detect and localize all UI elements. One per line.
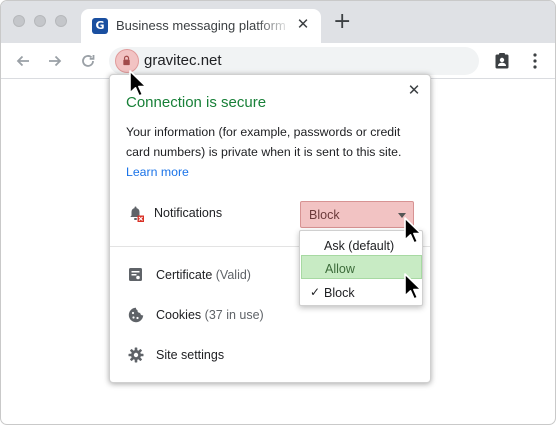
connection-description: Your information (for example, passwords…	[126, 122, 416, 182]
reload-icon[interactable]	[78, 51, 98, 71]
option-label: Ask (default)	[324, 239, 395, 253]
option-label: Allow	[325, 262, 355, 276]
tab-strip: G Business messaging platform - G ✕ +	[1, 1, 555, 43]
certificate-row[interactable]: Certificate (Valid)	[110, 263, 310, 287]
cookie-icon	[128, 307, 144, 323]
gravitec-favicon-icon: G	[92, 18, 108, 34]
mouse-pointer-icon	[129, 70, 147, 97]
description-text: Your information (for example, passwords…	[126, 125, 402, 159]
site-info-popup: ✕ Connection is secure Your information …	[109, 74, 431, 383]
notifications-select-value: Block	[309, 208, 340, 222]
cookies-label: Cookies (37 in use)	[156, 308, 264, 322]
site-settings-row[interactable]: Site settings	[110, 343, 310, 367]
window-zoom-dot[interactable]	[55, 15, 67, 27]
clipboard-account-icon[interactable]	[493, 52, 511, 70]
site-settings-label: Site settings	[156, 348, 225, 362]
tab-title: Business messaging platform - G	[116, 18, 291, 33]
bell-blocked-icon	[130, 206, 144, 222]
mouse-pointer-icon	[404, 217, 422, 244]
back-arrow-icon[interactable]	[13, 51, 33, 71]
notifications-select[interactable]: Block	[300, 201, 414, 228]
cookies-title: Cookies	[156, 308, 202, 322]
certificate-label: Certificate (Valid)	[156, 268, 251, 282]
new-tab-button[interactable]: +	[333, 11, 351, 33]
checkmark-icon: ✓	[310, 285, 321, 299]
certificate-status: (Valid)	[215, 268, 251, 282]
popup-close-icon[interactable]: ✕	[406, 83, 422, 99]
learn-more-link[interactable]: Learn more	[126, 165, 189, 179]
forward-arrow-icon[interactable]	[45, 51, 65, 71]
mouse-pointer-icon	[404, 273, 422, 300]
cookies-row[interactable]: Cookies (37 in use)	[110, 303, 310, 327]
browser-tab[interactable]: G Business messaging platform - G ✕	[81, 9, 321, 43]
cookies-count: (37 in use)	[204, 308, 264, 322]
certificate-title: Certificate	[156, 268, 213, 282]
gear-icon	[128, 347, 144, 363]
url-text: gravitec.net	[144, 52, 222, 69]
option-label: Block	[324, 286, 355, 300]
window-minimize-dot[interactable]	[34, 15, 46, 27]
browser-window: G Business messaging platform - G ✕ + gr…	[0, 0, 556, 425]
window-close-dot[interactable]	[13, 15, 25, 27]
notifications-label: Notifications	[154, 206, 223, 220]
notifications-permission-row: Notifications Block	[110, 201, 430, 228]
vertical-dots-icon[interactable]	[529, 52, 541, 70]
tab-close-icon[interactable]: ✕	[295, 17, 311, 33]
address-bar[interactable]: gravitec.net	[109, 47, 479, 75]
certificate-icon	[129, 268, 142, 281]
